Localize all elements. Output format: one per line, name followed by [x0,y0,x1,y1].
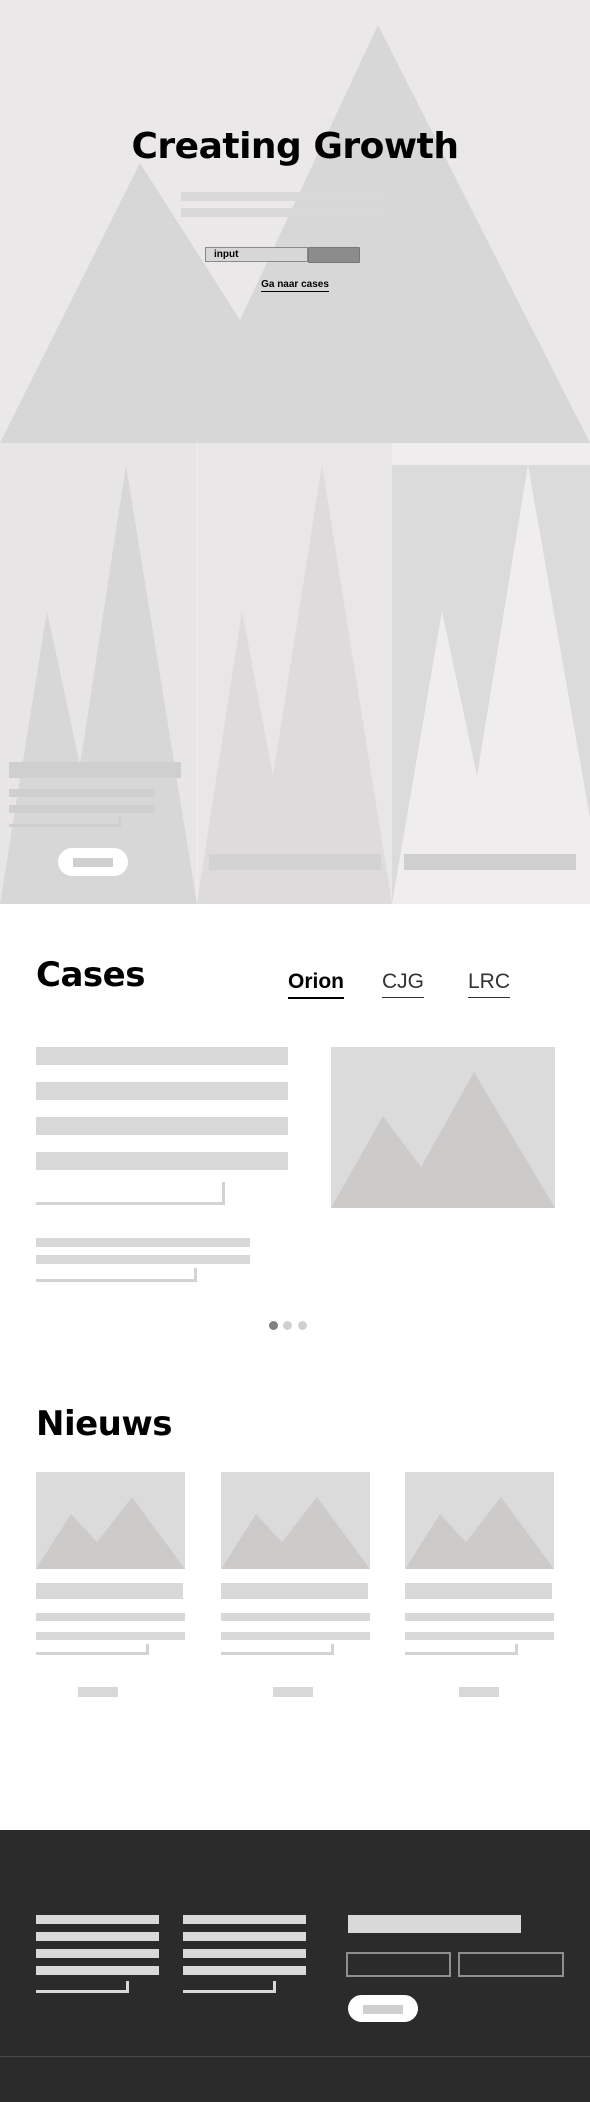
footer-link[interactable] [183,1915,306,1924]
panel-heading [209,854,381,870]
news-text-line [405,1644,518,1655]
news-text-line [221,1613,370,1621]
news-heading [405,1583,552,1599]
hero-subtitle-line [181,192,386,201]
footer-submit-button[interactable] [348,1995,418,2022]
image-placeholder-icon [331,1072,555,1208]
image-placeholder-icon [405,1497,554,1569]
footer-link[interactable] [183,1932,306,1941]
search-input[interactable]: input [205,247,308,262]
news-text-line [36,1644,149,1655]
footer-link[interactable] [36,1932,159,1941]
news-text-line [221,1644,334,1655]
panel-text-line [9,789,155,797]
panel-text-line [9,805,155,813]
panel-button[interactable] [58,848,128,876]
submit-button[interactable] [308,247,360,263]
case-meta-line [36,1255,250,1264]
footer-link[interactable] [36,1966,159,1975]
carousel-dot[interactable] [269,1321,278,1330]
case-text-line [36,1152,288,1170]
panel-button-label [73,858,113,867]
feature-panels [0,443,590,904]
news-image [405,1472,554,1569]
footer-link[interactable] [183,1981,276,1993]
panel-heading [404,854,576,870]
hero-subtitle-line [181,208,386,217]
news-heading [36,1583,183,1599]
tab-orion[interactable]: Orion [288,970,344,999]
news-text-line [405,1613,554,1621]
image-placeholder-icon [221,1497,370,1569]
panels-background-image [0,443,590,904]
news-image [36,1472,185,1569]
news-card[interactable] [221,1472,370,1702]
footer-link[interactable] [183,1949,306,1958]
cases-title: Cases [36,955,145,995]
news-text-line [36,1632,185,1640]
cases-link-label[interactable]: Ga naar cases [261,279,329,292]
footer-link[interactable] [36,1949,159,1958]
news-link[interactable] [78,1687,118,1697]
footer-input-field[interactable] [458,1952,564,1977]
case-text-line [36,1082,288,1100]
panel-heading [9,762,181,778]
case-image [331,1047,555,1208]
tab-lrc[interactable]: LRC [468,970,511,998]
case-text-line [36,1182,225,1205]
hero-section: Creating Growth input Ga naar cases [0,0,590,443]
news-image [221,1472,370,1569]
footer-heading [348,1915,521,1933]
news-link[interactable] [273,1687,313,1697]
carousel-dot[interactable] [283,1321,292,1330]
case-text-line [36,1047,288,1065]
footer-link[interactable] [183,1966,306,1975]
news-text-line [36,1613,185,1621]
footer-link[interactable] [36,1915,159,1924]
news-title: Nieuws [36,1404,173,1444]
case-meta-line [36,1238,250,1247]
footer-link[interactable] [36,1981,129,1993]
news-card[interactable] [36,1472,185,1702]
hero-background-image [0,25,590,443]
footer-button-label [363,2005,403,2014]
case-text-line [36,1117,288,1135]
image-placeholder-icon [36,1497,185,1569]
footer-divider [0,2056,590,2057]
cases-link[interactable]: Ga naar cases [0,279,590,292]
panel-text-line [9,817,121,827]
news-text-line [221,1632,370,1640]
footer-input-field[interactable] [346,1952,451,1977]
news-text-line [405,1632,554,1640]
news-card[interactable] [405,1472,554,1702]
carousel-dot[interactable] [298,1321,307,1330]
hero-title: Creating Growth [131,126,460,167]
news-heading [221,1583,368,1599]
case-meta-line [36,1268,197,1282]
news-link[interactable] [459,1687,499,1697]
tab-cjg[interactable]: CJG [382,970,424,998]
